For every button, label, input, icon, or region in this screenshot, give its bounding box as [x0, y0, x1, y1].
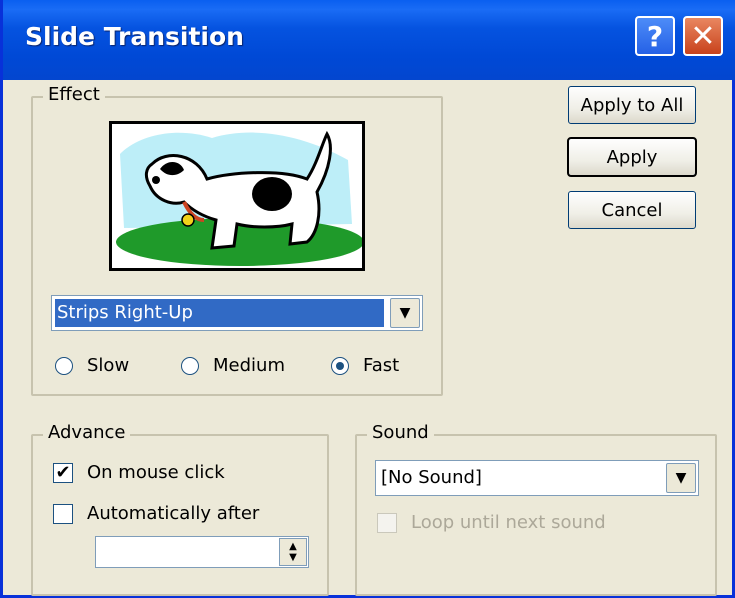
help-button[interactable]: ? — [635, 16, 675, 56]
chevron-down-icon[interactable]: ▼ — [390, 298, 420, 328]
speed-fast-radio[interactable]: Fast — [331, 355, 399, 376]
effect-preview-image — [109, 121, 365, 271]
speed-medium-label: Medium — [213, 355, 285, 376]
speed-slow-radio[interactable]: Slow — [55, 355, 129, 376]
close-button[interactable]: ✕ — [683, 16, 723, 56]
checkbox-checked-icon[interactable]: ✔ — [53, 462, 73, 483]
sound-select-value: [No Sound] — [381, 467, 482, 488]
speed-slow-label: Slow — [87, 355, 130, 376]
radio-fast-icon[interactable] — [331, 356, 349, 375]
sound-select[interactable]: [No Sound] ▼ — [375, 460, 699, 496]
sound-legend: Sound — [367, 422, 434, 443]
speed-fast-label: Fast — [363, 355, 400, 376]
loop-until-next-sound-checkbox[interactable]: Loop until next sound — [377, 512, 606, 533]
checkbox-unchecked-icon[interactable] — [53, 503, 73, 524]
effect-select[interactable]: Strips Right-Up ▼ — [51, 295, 423, 331]
speed-medium-radio[interactable]: Medium — [181, 355, 285, 376]
advance-time-spinner[interactable]: ▲ ▼ — [95, 536, 309, 568]
advance-legend: Advance — [43, 422, 131, 443]
help-icon: ? — [646, 19, 664, 53]
chevron-down-icon[interactable]: ▼ — [666, 463, 696, 493]
apply-button[interactable]: Apply — [567, 137, 697, 177]
automatically-after-label: Automatically after — [87, 503, 260, 524]
on-mouse-click-label: On mouse click — [87, 462, 225, 483]
slide-transition-dialog: Slide Transition ? ✕ Effect Strips Right… — [0, 0, 735, 598]
close-icon: ✕ — [690, 18, 716, 54]
radio-slow-icon[interactable] — [55, 356, 73, 375]
spinner-arrows-icon[interactable]: ▲ ▼ — [279, 538, 307, 566]
checkbox-disabled-icon[interactable] — [377, 512, 397, 533]
dog-picture — [112, 124, 362, 268]
title-bar[interactable]: Slide Transition ? ✕ — [3, 0, 735, 80]
dialog-title: Slide Transition — [25, 22, 244, 51]
effect-legend: Effect — [43, 84, 105, 105]
apply-to-all-button[interactable]: Apply to All — [568, 86, 696, 124]
radio-medium-icon[interactable] — [181, 356, 199, 375]
loop-until-next-sound-label: Loop until next sound — [411, 512, 606, 533]
automatically-after-checkbox[interactable]: Automatically after — [53, 503, 259, 524]
effect-select-value: Strips Right-Up — [55, 299, 384, 327]
cancel-button[interactable]: Cancel — [568, 191, 696, 229]
on-mouse-click-checkbox[interactable]: ✔ On mouse click — [53, 462, 225, 483]
